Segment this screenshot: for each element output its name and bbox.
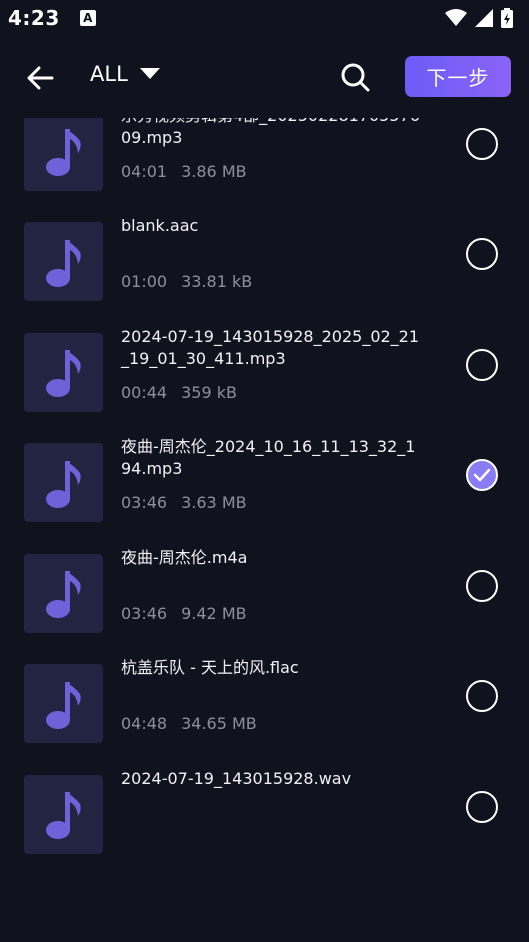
signal-icon: [475, 9, 493, 27]
music-note-icon: [45, 571, 81, 618]
status-bar: 4:23 A: [0, 0, 529, 36]
file-item[interactable]: 杭盖乐队 - 天上的风.flac 04:48 34.65 MB: [0, 657, 529, 768]
music-note-icon: [45, 129, 81, 176]
file-name: 2024-07-19_143015928.wav: [121, 768, 352, 788]
select-radio[interactable]: [466, 680, 498, 712]
file-name: 杭盖乐队 - 天上的风.flac: [121, 658, 299, 677]
file-meta: 04:48 34.65 MB: [121, 714, 257, 733]
file-name: 乐秀视频剪辑第4部_20250228170557609.mp3: [121, 118, 420, 147]
file-name: 夜曲-周杰伦.m4a: [121, 547, 248, 567]
music-note-icon: [45, 460, 81, 508]
select-radio[interactable]: [466, 127, 498, 160]
audio-thumbnail: [24, 553, 103, 633]
select-radio[interactable]: [466, 348, 498, 381]
select-radio[interactable]: [466, 569, 498, 602]
top-bar: ALL 下一步: [0, 36, 529, 118]
music-note-icon: [45, 681, 81, 729]
file-list-inner: blank.aac 01:00 33.81 kB 乐秀视频剪辑第4部_20250228…: [0, 118, 529, 878]
select-radio[interactable]: [466, 238, 498, 270]
file-duration: 03:46: [121, 493, 168, 512]
audio-thumbnail: [24, 774, 103, 854]
filter-dropdown[interactable]: ALL: [90, 62, 160, 86]
music-note-icon: [45, 792, 81, 839]
filter-label: ALL: [90, 62, 128, 86]
music-note-icon: [45, 350, 81, 397]
file-size: 34.65 MB: [181, 714, 257, 733]
audio-thumbnail: [24, 332, 103, 412]
audio-thumbnail: [24, 118, 103, 191]
caret-down-icon: [139, 68, 160, 79]
file-meta: 03:46 9.42 MB: [121, 604, 247, 623]
battery-icon: [501, 8, 513, 28]
file-size: 3.63 MB: [181, 493, 247, 512]
search-button[interactable]: [336, 58, 374, 96]
file-size: 3.86 MB: [181, 161, 247, 181]
back-button[interactable]: [22, 60, 58, 96]
file-meta: 01:00 33.81 kB: [121, 272, 252, 291]
file-meta: 03:46 3.63 MB: [121, 493, 247, 512]
file-meta: 00:44 359 kB: [121, 383, 237, 402]
status-left: 4:23 A: [8, 6, 96, 30]
file-duration: 04:01: [121, 161, 168, 181]
music-note-icon: [45, 239, 81, 287]
audio-thumbnail: [24, 664, 103, 743]
file-name: 夜曲-周杰伦_2024_10_16_11_13_32_194.mp3: [121, 437, 416, 478]
status-time: 4:23: [8, 6, 60, 30]
notification-icon: A: [79, 10, 96, 26]
file-item[interactable]: 2024-07-19_143015928.wav: [0, 768, 529, 879]
file-item[interactable]: blank.aac 01:00 33.81 kB: [0, 215, 529, 326]
file-size: 33.81 kB: [181, 272, 253, 291]
audio-thumbnail: [24, 222, 103, 301]
next-step-button[interactable]: 下一步: [405, 56, 511, 97]
select-radio[interactable]: [466, 790, 498, 823]
file-item[interactable]: 乐秀视频剪辑第4部_20250228170557609.mp3 04:01 3.86…: [0, 118, 529, 215]
search-icon: [341, 63, 370, 92]
file-size: 9.42 MB: [181, 603, 247, 623]
status-right: [445, 8, 513, 28]
file-duration: 03:46: [121, 603, 168, 623]
arrow-left-icon: [27, 66, 54, 90]
file-item[interactable]: 夜曲-周杰伦.m4a 03:46 9.42 MB: [0, 547, 529, 658]
file-name: 2024-07-19_143015928_2025_02_21_19_01_30…: [121, 326, 420, 368]
file-item[interactable]: 夜曲-周杰伦_2024_10_16_11_13_32_194.mp3 03:46 3…: [0, 436, 529, 547]
file-duration: 01:00: [121, 272, 168, 291]
file-size: 359 kB: [181, 382, 237, 402]
file-item[interactable]: 2024-07-19_143015928_2025_02_21_19_01_30…: [0, 326, 529, 437]
file-name: blank.aac: [121, 216, 199, 235]
file-duration: 00:44: [121, 382, 168, 402]
file-duration: 04:48: [121, 714, 168, 733]
file-meta: 04:01 3.86 MB: [121, 162, 247, 181]
audio-thumbnail: [24, 443, 103, 522]
file-list[interactable]: blank.aac 01:00 33.81 kB 乐秀视频剪辑第4部_20250228…: [0, 118, 529, 942]
select-radio[interactable]: [466, 459, 498, 491]
wifi-icon: [445, 9, 467, 26]
check-icon: [473, 468, 491, 482]
